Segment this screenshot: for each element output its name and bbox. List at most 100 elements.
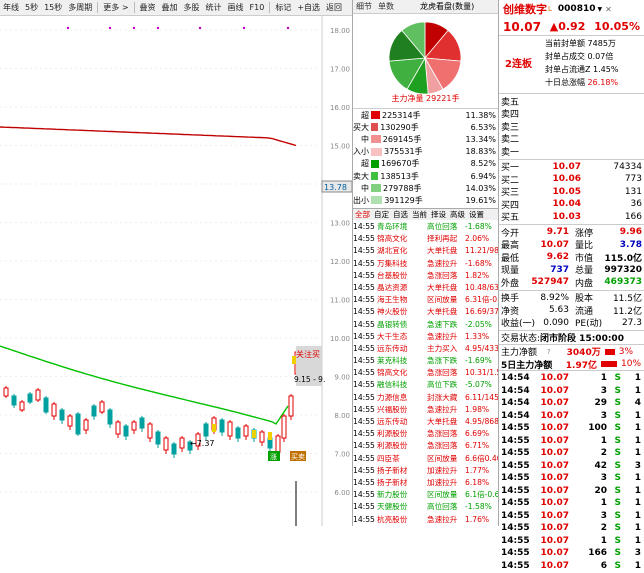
middle-tab[interactable]: 龙虎看盘(数量): [417, 0, 477, 13]
toolbar-item[interactable]: 年线: [0, 2, 22, 13]
alert-row[interactable]: 14:55利源股份急涨回落6.71%: [353, 440, 498, 452]
alert-row[interactable]: 14:55锦高文化择利再起2.06%: [353, 233, 498, 245]
tick-row: 14:5510.07166S3: [499, 547, 644, 560]
alert-time: 14:55: [353, 477, 377, 489]
five-day-label: 5日主力净额: [501, 358, 557, 371]
tick-row: 14:5510.071S1: [499, 497, 644, 510]
toolbar-item[interactable]: 叠加: [159, 2, 181, 13]
toolbar-item[interactable]: 叠资: [137, 2, 159, 13]
toolbar-item[interactable]: 15秒: [41, 2, 65, 13]
toolbar-item[interactable]: +自选: [294, 2, 323, 13]
book-row[interactable]: 买三10.05131: [499, 186, 644, 199]
book-volume: 166: [581, 212, 644, 222]
alert-event: 大单托盘: [427, 245, 465, 257]
alert-row[interactable]: 14:55融信科技高位下跌-5.07%: [353, 379, 498, 391]
news-tab[interactable]: 自选: [391, 209, 410, 220]
toolbar-item[interactable]: F10: [247, 3, 268, 12]
alert-detail: -1.58%: [465, 501, 498, 513]
fund-label: 流通: [569, 304, 605, 317]
book-level: 买五: [499, 210, 527, 223]
question-icon[interactable]: ?: [547, 348, 551, 356]
tick-volume: 20: [569, 486, 607, 496]
news-tab[interactable]: 择设: [429, 209, 448, 220]
toolbar-item[interactable]: 更多 >: [100, 2, 131, 13]
book-row[interactable]: 卖五: [499, 95, 644, 108]
ask-book: 卖五卖四卖三卖二卖一: [499, 94, 644, 160]
kline-chart[interactable]: 18.0017.0016.0015.0014.0013.0012.0011.00…: [0, 16, 352, 526]
dropdown-icon[interactable]: ▼: [597, 6, 602, 13]
alert-row[interactable]: 14:55青岛环境高位回落-1.68%: [353, 221, 498, 233]
alert-row[interactable]: 14:55力源信息封涨大藏6.11/145031: [353, 392, 498, 404]
alert-row[interactable]: 14:55晶银转债急速下跌-2.05%: [353, 319, 498, 331]
news-tab[interactable]: 设置: [467, 209, 486, 220]
tick-row: 14:5510.073S1: [499, 472, 644, 485]
alert-row[interactable]: 14:55神火股份大单托盘16.69/3763: [353, 306, 498, 318]
tick-volume: 3: [569, 411, 607, 421]
close-icon[interactable]: ✕: [605, 5, 612, 14]
alert-row[interactable]: 14:55远东传动主力买入4.95/4337: [353, 343, 498, 355]
y-axis-label: 16.00: [330, 104, 350, 112]
alert-stock: 利源股份: [377, 440, 427, 452]
alert-row[interactable]: 14:55锦高文化急涨回落10.31/1.52%: [353, 367, 498, 379]
alert-row[interactable]: 14:55莱克科技急涨下跌-1.69%: [353, 355, 498, 367]
news-tab[interactable]: 高级: [448, 209, 467, 220]
alert-row[interactable]: 14:55扬子新材加速拉升1.77%: [353, 465, 498, 477]
stat-value: 10.07: [525, 240, 569, 250]
alert-row[interactable]: 14:55扬子新材加速拉升6.18%: [353, 477, 498, 489]
alert-row[interactable]: 14:55天健股份高位回落-1.58%: [353, 501, 498, 513]
alert-row[interactable]: 14:55利源股份急涨回落6.69%: [353, 428, 498, 440]
middle-tab[interactable]: 单数: [375, 0, 397, 13]
alert-row[interactable]: 14:55晶达资源大单托盘10.48/6332: [353, 282, 498, 294]
news-tab[interactable]: 当前: [410, 209, 429, 220]
toolbar-item[interactable]: 多股: [181, 2, 203, 13]
bid-book: 买一10.0774334买二10.06773买三10.05131买四10.043…: [499, 160, 644, 226]
flow-row: 超169670手8.52%: [353, 158, 498, 170]
alert-stock: 青岛环境: [377, 221, 427, 233]
alert-row[interactable]: 14:55台基股份急涨回落1.82%: [353, 270, 498, 282]
alert-stock: 神火股份: [377, 306, 427, 318]
fund-value: 5.63: [537, 305, 569, 315]
toolbar-item[interactable]: 多周期: [65, 2, 95, 13]
alert-time: 14:55: [353, 233, 377, 245]
tick-time: 14:54: [499, 398, 529, 408]
fund-value: 27.3: [605, 318, 644, 328]
toolbar-item[interactable]: 返回: [323, 2, 345, 13]
book-row[interactable]: 买一10.0774334: [499, 161, 644, 174]
alert-row[interactable]: 14:55远东传动大单托盘4.95/8685: [353, 416, 498, 428]
book-row[interactable]: 卖二: [499, 133, 644, 146]
alert-row[interactable]: 14:55海王生物区间放量6.31倍-0.43%: [353, 294, 498, 306]
flow-pct: 8.52%: [429, 159, 498, 168]
tick-price: 10.07: [529, 373, 569, 383]
alert-time: 14:55: [353, 331, 377, 343]
tick-side: S: [607, 373, 621, 383]
flow-kind: 小: [361, 195, 371, 206]
stock-name: 创维数字: [503, 1, 547, 17]
alert-row[interactable]: 14:55新力股份区间放量6.1倍-0.61%: [353, 489, 498, 501]
alert-stock: 远东传动: [377, 416, 427, 428]
toolbar-item[interactable]: 统计: [203, 2, 225, 13]
alert-row[interactable]: 14:55四臣茶区间放量6.6倍0.40%: [353, 453, 498, 465]
book-row[interactable]: 买五10.03166: [499, 211, 644, 224]
alert-row[interactable]: 14:55杭亮股份急速拉升1.76%: [353, 514, 498, 526]
news-tab[interactable]: 全部: [353, 209, 372, 220]
tick-volume: 1: [569, 373, 607, 383]
book-row[interactable]: 卖三: [499, 120, 644, 133]
book-volume: 74334: [581, 162, 644, 172]
book-row[interactable]: 买二10.06773: [499, 173, 644, 186]
alert-row[interactable]: 14:55大千生态急速拉升1.33%: [353, 331, 498, 343]
flow-bar: [371, 196, 382, 204]
alert-row[interactable]: 14:55兴福股份急速拉升1.98%: [353, 404, 498, 416]
toolbar-item[interactable]: 标记: [272, 2, 294, 13]
toolbar-item[interactable]: 5秒: [22, 2, 41, 13]
flow-bar: [371, 123, 378, 131]
book-row[interactable]: 买四10.0436: [499, 198, 644, 211]
book-row[interactable]: 卖四: [499, 108, 644, 121]
news-tab[interactable]: 自定: [372, 209, 391, 220]
alert-row[interactable]: 14:55湖北宜化大单托盘11.21/9879: [353, 245, 498, 257]
toolbar-item[interactable]: 画线: [225, 2, 247, 13]
alert-row[interactable]: 14:55万集科技急速拉升-1.68%: [353, 258, 498, 270]
candle-body: [164, 438, 168, 450]
book-row[interactable]: 卖一: [499, 145, 644, 158]
stat-label: 今开: [499, 226, 525, 239]
middle-tab[interactable]: 细节: [353, 0, 375, 13]
